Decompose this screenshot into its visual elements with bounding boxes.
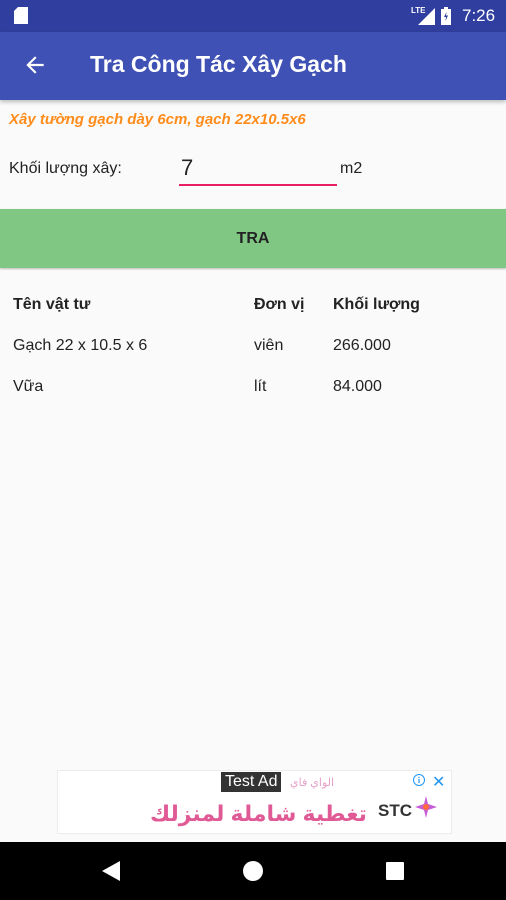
cell-unit: lít	[254, 378, 267, 395]
nav-recent-apps-icon[interactable]	[386, 862, 404, 880]
ad-headline: تغطية شاملة لمنزلك	[150, 801, 367, 826]
arrow-back-icon[interactable]	[22, 52, 48, 78]
quantity-unit: m2	[340, 160, 363, 177]
quantity-input[interactable]	[179, 152, 337, 186]
cell-quantity: 266.000	[333, 337, 391, 354]
ad-small-text: الواي فاي	[290, 777, 335, 789]
app-bar: Tra Công Tác Xây Gạch	[0, 32, 506, 100]
cell-quantity: 84.000	[333, 378, 382, 395]
info-icon[interactable]	[413, 774, 425, 786]
nav-home-icon[interactable]	[242, 860, 264, 882]
navigation-bar	[0, 842, 506, 900]
cell-unit: viên	[254, 337, 284, 354]
table-row: Vữa lít 84.000	[0, 378, 506, 408]
page-title: Tra Công Tác Xây Gạch	[90, 51, 347, 77]
header-quantity: Khối lượng	[333, 296, 420, 313]
sd-card-icon	[14, 7, 28, 24]
signal-icon	[418, 8, 435, 25]
table-row: Gạch 22 x 10.5 x 6 viên 266.000	[0, 337, 506, 367]
table-header: Tên vật tư Đơn vị Khối lượng	[0, 296, 506, 326]
cell-material: Vữa	[13, 378, 44, 395]
ad-brand-logo: STC	[378, 801, 412, 820]
battery-icon	[441, 7, 451, 25]
work-description: Xây tường gạch dày 6cm, gạch 22x10.5x6	[9, 111, 306, 128]
nav-back-icon[interactable]	[102, 861, 120, 881]
header-unit: Đơn vị	[254, 296, 305, 313]
lookup-button[interactable]: TRA	[0, 209, 506, 268]
ad-banner[interactable]: Test Ad الواي فاي تغطية شاملة لمنزلك STC…	[57, 770, 452, 834]
stc-logo-icon	[415, 796, 437, 818]
clock: 7:26	[462, 6, 496, 25]
close-icon[interactable]: ✕	[432, 772, 445, 792]
header-material: Tên vật tư	[13, 296, 91, 313]
cell-material: Gạch 22 x 10.5 x 6	[13, 337, 148, 354]
quantity-label: Khối lượng xây:	[9, 160, 122, 177]
status-bar: LTE 7:26	[0, 0, 506, 32]
test-ad-label: Test Ad	[221, 772, 282, 792]
